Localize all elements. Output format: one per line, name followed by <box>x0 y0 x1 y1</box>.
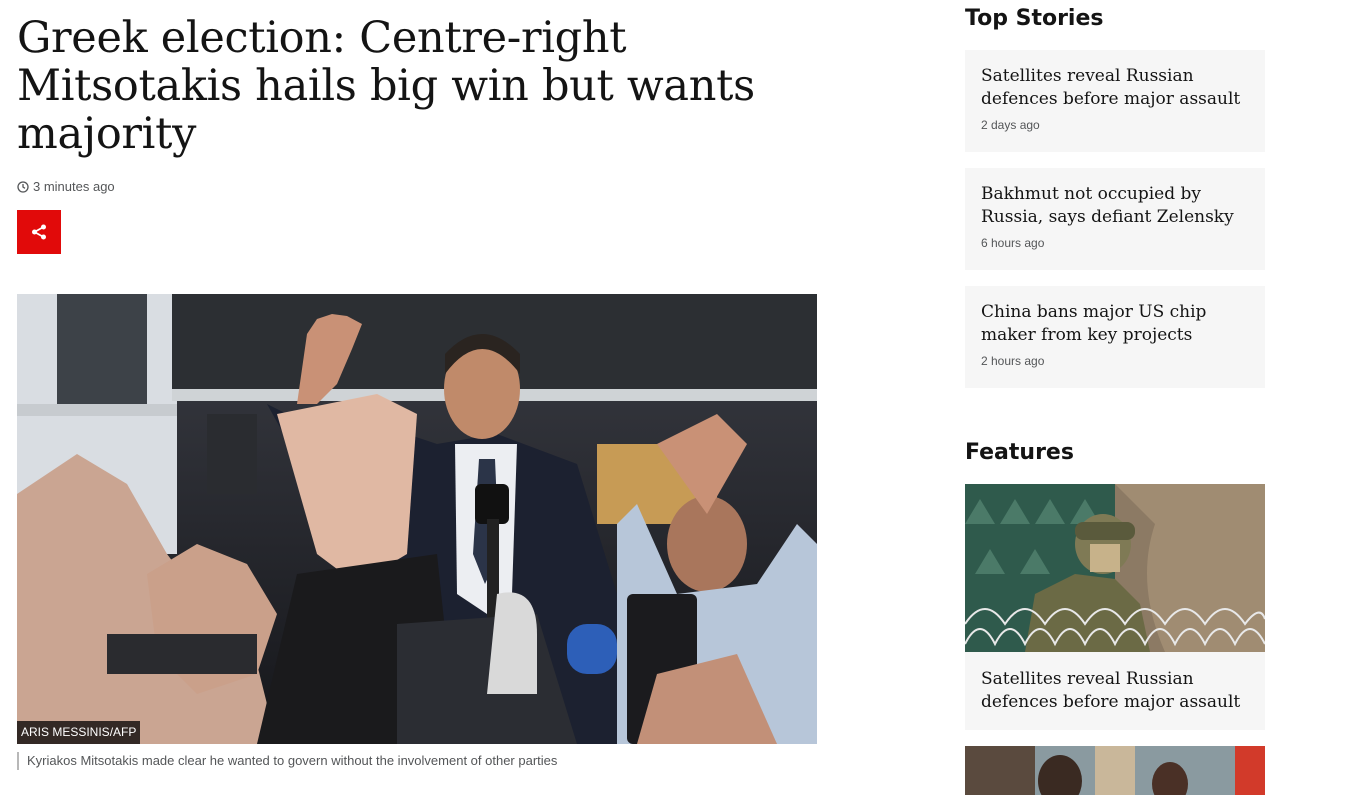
share-icon <box>32 224 46 240</box>
clock-icon <box>17 180 29 193</box>
feature-card[interactable]: Satellites reveal Russian defences befor… <box>965 652 1265 730</box>
top-story-time: 2 hours ago <box>981 354 1045 368</box>
top-stories-heading: Top Stories <box>965 6 1104 31</box>
top-story-title[interactable]: China bans major US chip maker from key … <box>981 301 1249 347</box>
article-headline: Greek election: Centre-right Mitsotakis … <box>17 13 755 159</box>
top-story-card[interactable]: Bakhmut not occupied by Russia, says def… <box>965 168 1265 270</box>
top-story-title[interactable]: Bakhmut not occupied by Russia, says def… <box>981 183 1249 229</box>
top-story-time: 6 hours ago <box>981 236 1045 250</box>
top-story-card[interactable]: China bans major US chip maker from key … <box>965 286 1265 388</box>
image-credit: ARIS MESSINIS/AFP <box>17 721 141 744</box>
image-caption: Kyriakos Mitsotakis made clear he wanted… <box>17 752 557 770</box>
top-story-title[interactable]: Satellites reveal Russian defences befor… <box>981 65 1249 111</box>
feature-image[interactable] <box>965 746 1265 795</box>
features-heading: Features <box>965 440 1074 465</box>
article-hero-image: ARIS MESSINIS/AFP <box>17 294 817 744</box>
article-timestamp: 3 minutes ago <box>17 179 115 194</box>
top-story-card[interactable]: Satellites reveal Russian defences befor… <box>965 50 1265 152</box>
share-button[interactable] <box>17 210 61 254</box>
top-story-time: 2 days ago <box>981 118 1040 132</box>
timestamp-text: 3 minutes ago <box>33 179 115 194</box>
feature-image[interactable] <box>965 484 1265 652</box>
feature-title[interactable]: Satellites reveal Russian defences befor… <box>981 668 1249 714</box>
